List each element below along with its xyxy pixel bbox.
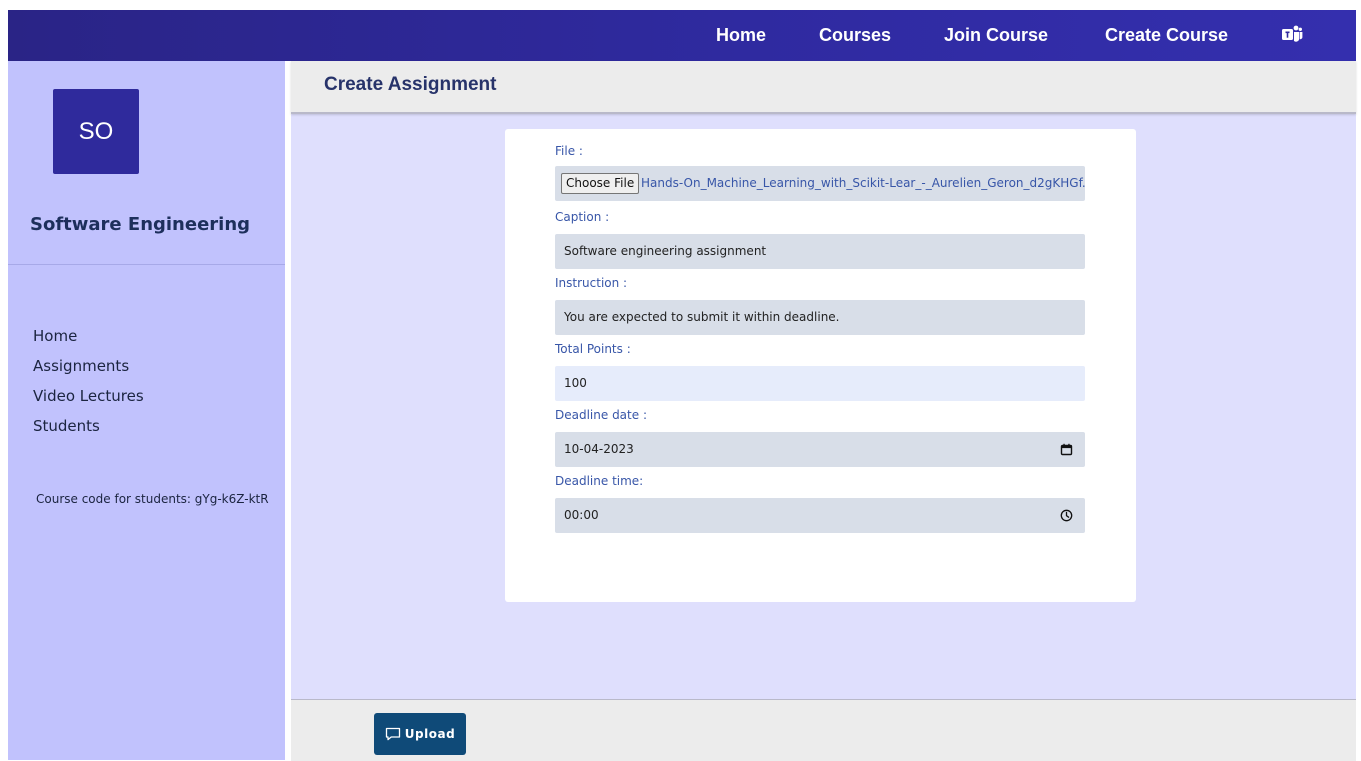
upload-button[interactable]: Upload	[374, 713, 466, 755]
sidebar: SO Software Engineering Home Assignments…	[8, 61, 285, 760]
deadline-time-label: Deadline time:	[555, 474, 644, 488]
nav-create-course[interactable]: Create Course	[1105, 10, 1228, 61]
caption-label: Caption :	[555, 210, 610, 224]
file-input[interactable]: Choose File Hands-On_Machine_Learning_wi…	[555, 166, 1085, 201]
app-root: Home Courses Join Course Create Course S…	[8, 10, 1356, 761]
comment-icon	[385, 727, 400, 741]
deadline-date-label: Deadline date :	[555, 408, 647, 422]
instruction-label: Instruction :	[555, 276, 628, 290]
deadline-date-value: 10-04-2023	[564, 442, 634, 456]
course-avatar: SO	[53, 89, 139, 174]
calendar-icon[interactable]	[1060, 443, 1073, 456]
sidebar-item-home[interactable]: Home	[33, 325, 144, 355]
nav-join-course[interactable]: Join Course	[944, 10, 1048, 61]
deadline-date-input[interactable]: 10-04-2023	[555, 432, 1085, 467]
choose-file-button[interactable]: Choose File	[561, 173, 640, 194]
microsoft-teams-icon[interactable]	[1281, 24, 1303, 46]
sidebar-nav: Home Assignments Video Lectures Students	[33, 325, 144, 445]
caption-input[interactable]: Software engineering assignment	[555, 234, 1085, 269]
assignment-form: File : Choose File Hands-On_Machine_Lear…	[505, 129, 1136, 602]
top-nav: Home Courses Join Course Create Course	[8, 10, 1356, 61]
deadline-time-value: 00:00	[564, 508, 599, 522]
instruction-input[interactable]: You are expected to submit it within dea…	[555, 300, 1085, 335]
sidebar-divider	[8, 264, 285, 265]
deadline-time-input[interactable]: 00:00	[555, 498, 1085, 533]
course-code-text: Course code for students: gYg-k6Z-ktR	[36, 492, 269, 506]
page-title: Create Assignment	[324, 74, 497, 95]
selected-file-name: Hands-On_Machine_Learning_with_Scikit-Le…	[641, 176, 1085, 190]
main-content: Create Assignment File : Choose File Han…	[291, 61, 1356, 761]
file-label: File :	[555, 144, 583, 158]
total-points-label: Total Points :	[555, 342, 631, 356]
nav-courses[interactable]: Courses	[819, 10, 891, 61]
sidebar-item-video-lectures[interactable]: Video Lectures	[33, 385, 144, 415]
page-footer: Upload	[291, 699, 1356, 761]
upload-label: Upload	[404, 727, 456, 741]
sidebar-item-students[interactable]: Students	[33, 415, 144, 445]
course-name: Software Engineering	[30, 214, 251, 235]
page-header: Create Assignment	[291, 61, 1356, 114]
sidebar-item-assignments[interactable]: Assignments	[33, 355, 144, 385]
total-points-input[interactable]: 100	[555, 366, 1085, 401]
clock-icon[interactable]	[1060, 509, 1073, 522]
nav-home[interactable]: Home	[716, 10, 766, 61]
